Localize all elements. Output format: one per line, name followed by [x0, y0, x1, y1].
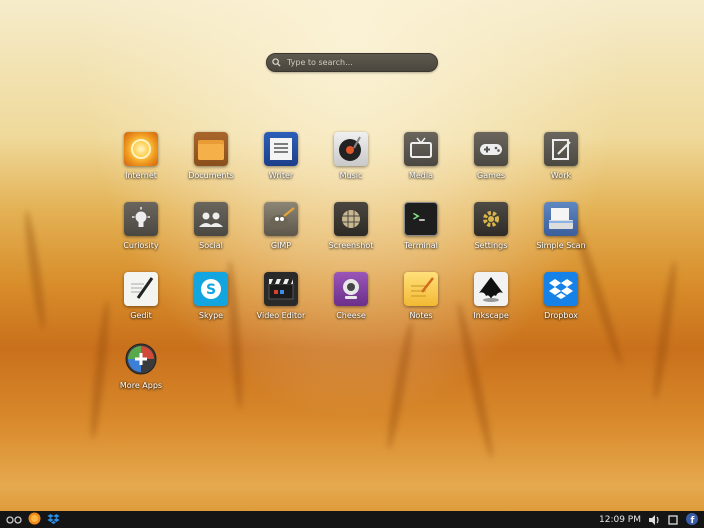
app-label: More Apps	[119, 381, 163, 390]
app-settings[interactable]: Settings	[456, 202, 526, 262]
app-games[interactable]: Games	[456, 132, 526, 192]
firefox-icon[interactable]	[28, 510, 41, 528]
wallpaper-stalk	[21, 209, 49, 331]
app-documents[interactable]: Documents	[176, 132, 246, 192]
work-icon	[544, 132, 578, 166]
lightbulb-icon	[124, 202, 158, 236]
app-label: Notes	[409, 311, 433, 320]
gedit-icon	[124, 272, 158, 306]
terminal-icon	[404, 202, 438, 236]
desktop: Internet Documents Writer	[0, 0, 704, 528]
app-gedit[interactable]: Gedit	[106, 272, 176, 332]
app-label: Dropbox	[544, 311, 578, 320]
app-label: Media	[408, 171, 434, 180]
app-label: Curiosity	[123, 241, 159, 250]
app-dropbox[interactable]: Dropbox	[526, 272, 596, 332]
app-label: Games	[477, 171, 505, 180]
apps-menu-icon[interactable]	[6, 510, 22, 528]
app-label: Work	[550, 171, 572, 180]
app-screenshot[interactable]: Screenshot	[316, 202, 386, 262]
app-music[interactable]: Music	[316, 132, 386, 192]
search-icon	[272, 58, 281, 67]
svg-text:f: f	[691, 516, 695, 525]
svg-text:S: S	[206, 282, 216, 298]
app-label: Internet	[125, 171, 157, 180]
clock[interactable]: 12:09 PM	[599, 515, 641, 525]
app-social[interactable]: Social	[176, 202, 246, 262]
wallpaper-stalk	[650, 259, 680, 401]
volume-icon[interactable]	[649, 510, 660, 528]
webcam-icon	[334, 272, 368, 306]
screenshot-icon	[334, 202, 368, 236]
inkscape-icon	[474, 272, 508, 306]
gimp-icon	[264, 202, 298, 236]
dropbox-tray-icon[interactable]	[47, 510, 60, 528]
app-video-editor[interactable]: Video Editor	[246, 272, 316, 332]
tv-icon	[404, 132, 438, 166]
app-label: Terminal	[404, 241, 438, 250]
app-terminal[interactable]: Terminal	[386, 202, 456, 262]
software-center-icon	[124, 342, 158, 376]
folder-icon	[194, 132, 228, 166]
music-icon	[334, 132, 368, 166]
app-label: Gedit	[130, 311, 152, 320]
app-label: Cheese	[336, 311, 366, 320]
app-work[interactable]: Work	[526, 132, 596, 192]
facebook-icon[interactable]: f	[686, 510, 698, 528]
notes-icon	[404, 272, 438, 306]
app-notes[interactable]: Notes	[386, 272, 456, 332]
app-inkscape[interactable]: Inkscape	[456, 272, 526, 332]
people-icon	[194, 202, 228, 236]
app-label: Skype	[198, 311, 224, 320]
app-cheese[interactable]: Cheese	[316, 272, 386, 332]
app-label: Video Editor	[256, 311, 306, 320]
app-media[interactable]: Media	[386, 132, 456, 192]
writer-icon	[264, 132, 298, 166]
app-writer[interactable]: Writer	[246, 132, 316, 192]
dropbox-icon	[544, 272, 578, 306]
app-label: Writer	[268, 171, 294, 180]
app-label: Simple Scan	[536, 241, 586, 250]
app-curiosity[interactable]: Curiosity	[106, 202, 176, 262]
gear-icon	[474, 202, 508, 236]
scanner-icon	[544, 202, 578, 236]
app-label: Settings	[474, 241, 508, 250]
skype-icon: S	[194, 272, 228, 306]
internet-icon	[124, 132, 158, 166]
taskbar: 12:09 PM f	[0, 511, 704, 528]
app-simple-scan[interactable]: Simple Scan	[526, 202, 596, 262]
app-internet[interactable]: Internet	[106, 132, 176, 192]
clapperboard-icon	[264, 272, 298, 306]
app-label: Social	[199, 241, 223, 250]
window-icon[interactable]	[668, 510, 678, 528]
app-label: Inkscape	[473, 311, 509, 320]
app-gimp[interactable]: GIMP	[246, 202, 316, 262]
wallpaper-stalk	[383, 320, 417, 450]
app-label: Music	[339, 171, 363, 180]
app-skype[interactable]: S Skype	[176, 272, 246, 332]
gamepad-icon	[474, 132, 508, 166]
app-label: Documents	[188, 171, 234, 180]
app-more-apps[interactable]: More Apps	[106, 342, 176, 402]
search-input[interactable]	[285, 57, 429, 68]
app-label: GIMP	[270, 241, 292, 250]
app-label: Screenshot	[328, 241, 374, 250]
search-bar[interactable]	[266, 53, 438, 72]
